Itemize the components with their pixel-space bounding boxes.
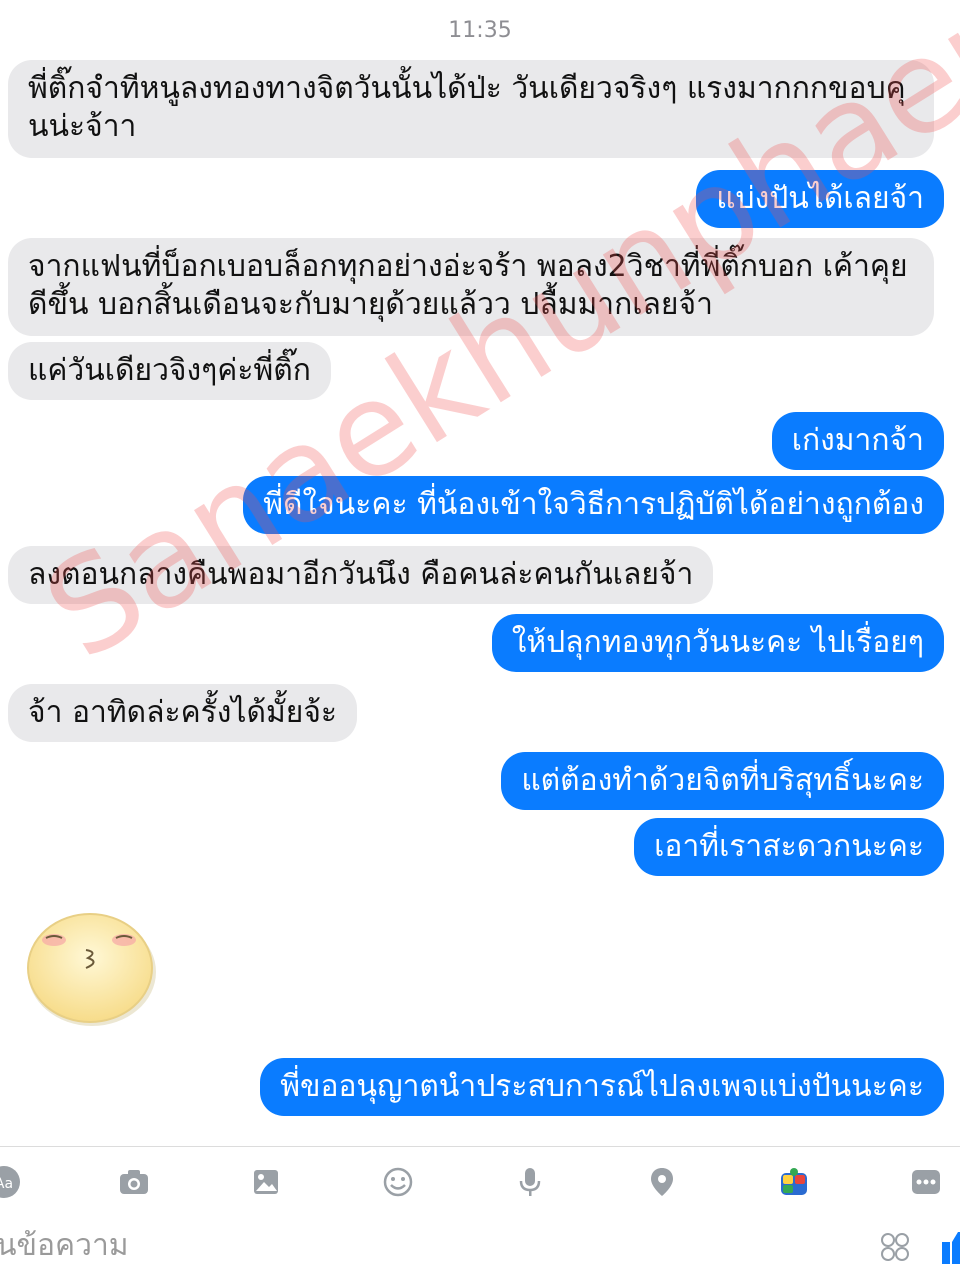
message-timestamp: 11:35: [448, 18, 512, 43]
message-outgoing: ให้ปลุกทองทุกวันนะคะ ไปเรื่อยๆ: [491, 614, 944, 672]
message-incoming: แค่วันเดียวจิงๆค่ะพี่ติ๊ก: [8, 342, 331, 400]
message-input[interactable]: นข้อความ: [0, 1222, 129, 1269]
kiss-face-sticker[interactable]: [24, 908, 158, 1028]
aa-icon-label: Aa: [0, 1176, 13, 1192]
sticker-picker-icon[interactable]: [880, 1232, 910, 1262]
message-outgoing: แบ่งปันได้เลยจ้า: [696, 170, 944, 228]
location-icon[interactable]: [644, 1164, 680, 1200]
image-icon[interactable]: [248, 1164, 284, 1200]
emoji-icon[interactable]: [380, 1164, 416, 1200]
message-outgoing: แต่ต้องทำด้วยจิตที่บริสุทธิ์นะคะ: [501, 752, 944, 810]
composer-divider: [0, 1146, 960, 1147]
games-icon[interactable]: [776, 1164, 812, 1200]
message-incoming: จ้า อาทิดล่ะครั้งได้มั้ยจ้ะ: [8, 684, 358, 742]
message-incoming: จากแฟนที่บ็อกเบอบล็อกทุกอย่างอ่ะจร้า พอล…: [8, 238, 934, 336]
message-outgoing: พี่ขออนุญาตนำประสบการณ์ไปลงเพจแบ่งปันนะค…: [260, 1058, 944, 1116]
more-icon[interactable]: [908, 1164, 944, 1200]
like-icon[interactable]: [940, 1228, 960, 1268]
message-outgoing: เอาที่เราสะดวกนะคะ: [634, 818, 944, 876]
composer-toolbar: Aa: [0, 1150, 960, 1212]
message-incoming: พี่ติ๊กจำทีหนูลงทองทางจิตวันนั้นได้ป่ะ ว…: [8, 60, 934, 158]
microphone-icon[interactable]: [512, 1164, 548, 1200]
message-outgoing: พี่ดีใจนะคะ ที่น้องเข้าใจวิธีการปฏิบัติไ…: [243, 476, 944, 534]
aa-icon[interactable]: Aa: [0, 1164, 22, 1200]
message-outgoing: เก่งมากจ้า: [771, 412, 944, 470]
camera-icon[interactable]: [116, 1164, 152, 1200]
message-incoming: ลงตอนกลางคืนพอมาอีกวันนึง คือคนล่ะคนกันเ…: [8, 546, 714, 604]
